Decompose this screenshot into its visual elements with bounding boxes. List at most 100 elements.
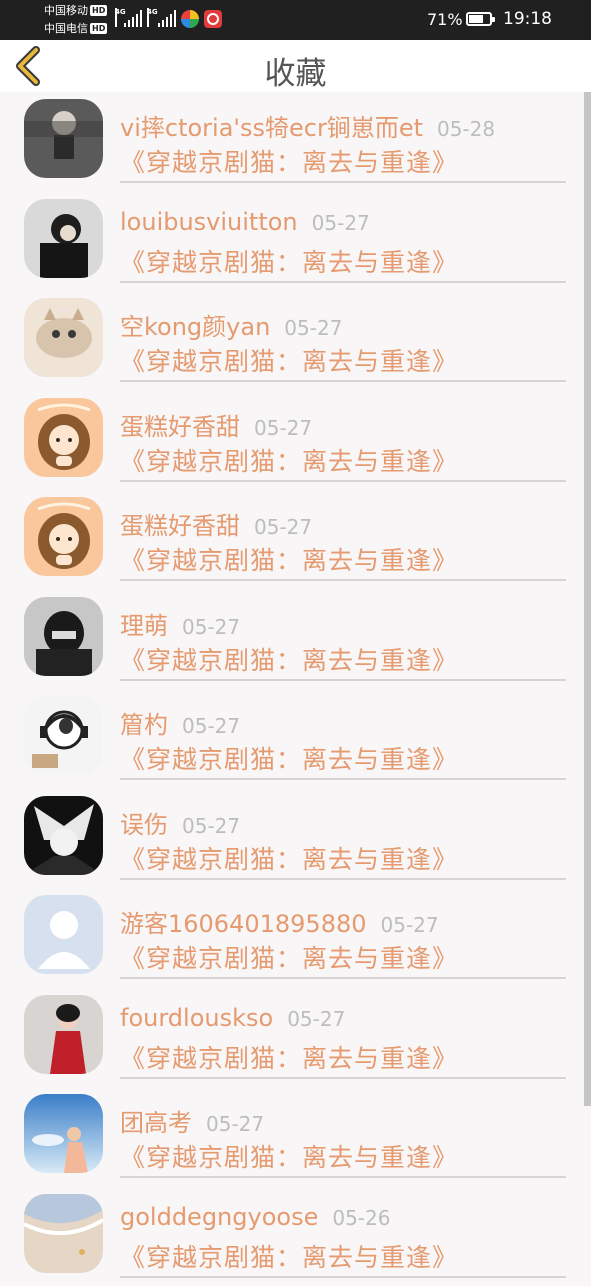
work-title[interactable]: 《穿越京剧猫：离去与重逢》 <box>120 442 458 478</box>
work-title[interactable]: 《穿越京剧猫：离去与重逢》 <box>120 541 458 577</box>
favorite-item[interactable]: louibusviuitton 05-27 《穿越京剧猫：离去与重逢》 <box>0 192 584 292</box>
carrier-2-name: 中国电信 <box>44 22 88 35</box>
work-title[interactable]: 《穿越京剧猫：离去与重逢》 <box>120 1238 458 1274</box>
work-title[interactable]: 《穿越京剧猫：离去与重逢》 <box>120 939 458 975</box>
favorites-list: vi摔ctoria'ss犄ecr锏崽而et05-28《穿越京剧猫：离去与重逢》l… <box>0 92 584 1286</box>
app-notification-icon <box>181 10 199 28</box>
battery-percent: 71% <box>427 10 463 29</box>
avatar[interactable] <box>24 99 103 178</box>
work-title[interactable]: 《穿越京剧猫：离去与重逢》 <box>120 840 458 876</box>
clock: 19:18 <box>503 9 552 29</box>
app-notification-icon-2 <box>204 10 222 28</box>
divider <box>120 778 566 780</box>
carrier-2: 中国电信HD <box>44 22 107 35</box>
hd-badge: HD <box>90 23 107 34</box>
network-type-2: 4G <box>147 8 149 27</box>
work-title[interactable]: 《穿越京剧猫：离去与重逢》 <box>120 641 458 677</box>
favorite-item[interactable]: golddegngyoose 05-26 《穿越京剧猫：离去与重逢》 <box>0 1187 584 1286</box>
title-bar: 收藏 <box>0 40 591 92</box>
work-title[interactable]: 《穿越京剧猫：离去与重逢》 <box>120 740 458 776</box>
username[interactable]: 游客1606401895880 <box>120 910 367 938</box>
username[interactable]: 空kong颜yan <box>120 313 270 341</box>
username[interactable]: 篃杓 <box>120 711 168 739</box>
work-title[interactable]: 《穿越京剧猫：离去与重逢》 <box>120 143 458 179</box>
username[interactable]: golddegngyoose <box>120 1203 318 1231</box>
favorite-item[interactable]: fourdlouskso 05-27 《穿越京剧猫：离去与重逢》 <box>0 988 584 1088</box>
avatar[interactable] <box>24 895 103 974</box>
username[interactable]: louibusviuitton <box>120 208 298 236</box>
favorite-date: 05-27 <box>182 814 240 838</box>
user-line: louibusviuitton 05-27 <box>120 208 370 236</box>
username[interactable]: 蛋糕好香甜 <box>120 512 240 540</box>
favorite-date: 05-27 <box>254 416 312 440</box>
work-title[interactable]: 《穿越京剧猫：离去与重逢》 <box>120 243 458 279</box>
favorite-item[interactable]: 团高考 05-27《穿越京剧猫：离去与重逢》 <box>0 1087 584 1187</box>
carrier-1: 中国移动HD <box>44 4 107 17</box>
favorite-item[interactable]: 篃杓 05-27《穿越京剧猫：离去与重逢》 <box>0 689 584 789</box>
avatar[interactable] <box>24 696 103 775</box>
avatar[interactable] <box>24 1194 103 1273</box>
divider <box>120 480 566 482</box>
work-title[interactable]: 《穿越京剧猫：离去与重逢》 <box>120 1138 458 1174</box>
favorite-item[interactable]: 理萌 05-27《穿越京剧猫：离去与重逢》 <box>0 590 584 690</box>
avatar[interactable] <box>24 398 103 477</box>
favorite-item[interactable]: 蛋糕好香甜 05-27《穿越京剧猫：离去与重逢》 <box>0 490 584 590</box>
network-type-1: 4G <box>115 8 117 27</box>
username[interactable]: 误伤 <box>120 811 168 839</box>
favorite-date: 05-27 <box>284 316 342 340</box>
scrollbar[interactable] <box>584 92 591 1106</box>
user-line: 蛋糕好香甜 05-27 <box>120 407 312 442</box>
divider <box>120 1176 566 1178</box>
user-line: 理萌 05-27 <box>120 606 240 641</box>
favorite-date: 05-26 <box>332 1206 390 1230</box>
signal-1-icon: 4G <box>116 10 142 27</box>
username[interactable]: 团高考 <box>120 1109 192 1137</box>
username[interactable]: 理萌 <box>120 612 168 640</box>
battery-icon <box>466 12 492 26</box>
work-title[interactable]: 《穿越京剧猫：离去与重逢》 <box>120 1039 458 1075</box>
favorite-item[interactable]: vi摔ctoria'ss犄ecr锏崽而et 05-28《穿越京剧猫：离去与重逢》 <box>0 92 584 192</box>
favorite-item[interactable]: 误伤 05-27《穿越京剧猫：离去与重逢》 <box>0 789 584 889</box>
user-line: fourdlouskso 05-27 <box>120 1004 345 1032</box>
user-line: 空kong颜yan 05-27 <box>120 307 342 342</box>
username[interactable]: 蛋糕好香甜 <box>120 413 240 441</box>
favorite-item[interactable]: 游客1606401895880 05-27《穿越京剧猫：离去与重逢》 <box>0 888 584 988</box>
divider <box>120 181 566 183</box>
favorite-date: 05-27 <box>254 515 312 539</box>
avatar[interactable] <box>24 1094 103 1173</box>
user-line: golddegngyoose 05-26 <box>120 1203 390 1231</box>
user-line: 蛋糕好香甜 05-27 <box>120 506 312 541</box>
divider <box>120 1276 566 1278</box>
carrier-1-name: 中国移动 <box>44 4 88 17</box>
favorite-date: 05-27 <box>206 1112 264 1136</box>
divider <box>120 1077 566 1079</box>
avatar[interactable] <box>24 796 103 875</box>
user-line: vi摔ctoria'ss犄ecr锏崽而et 05-28 <box>120 108 495 143</box>
page-title: 收藏 <box>0 48 591 93</box>
signal-2-icon: 4G <box>148 10 176 27</box>
username[interactable]: vi摔ctoria'ss犄ecr锏崽而et <box>120 114 423 142</box>
user-line: 篃杓 05-27 <box>120 705 240 740</box>
favorite-date: 05-27 <box>287 1007 345 1031</box>
favorite-date: 05-27 <box>182 615 240 639</box>
divider <box>120 878 566 880</box>
user-line: 误伤 05-27 <box>120 805 240 840</box>
avatar[interactable] <box>24 298 103 377</box>
avatar[interactable] <box>24 597 103 676</box>
avatar[interactable] <box>24 995 103 1074</box>
status-bar: 中国移动HD 中国电信HD 4G 4G 71% 19:18 <box>0 0 591 40</box>
divider <box>120 281 566 283</box>
favorite-item[interactable]: 空kong颜yan 05-27《穿越京剧猫：离去与重逢》 <box>0 291 584 391</box>
work-title[interactable]: 《穿越京剧猫：离去与重逢》 <box>120 342 458 378</box>
divider <box>120 977 566 979</box>
favorite-date: 05-27 <box>381 913 439 937</box>
user-line: 团高考 05-27 <box>120 1103 264 1138</box>
username[interactable]: fourdlouskso <box>120 1004 273 1032</box>
avatar[interactable] <box>24 497 103 576</box>
favorite-item[interactable]: 蛋糕好香甜 05-27《穿越京剧猫：离去与重逢》 <box>0 391 584 491</box>
favorite-date: 05-27 <box>312 211 370 235</box>
avatar[interactable] <box>24 199 103 278</box>
favorite-date: 05-27 <box>182 714 240 738</box>
user-line: 游客1606401895880 05-27 <box>120 904 439 939</box>
favorite-date: 05-28 <box>437 117 495 141</box>
